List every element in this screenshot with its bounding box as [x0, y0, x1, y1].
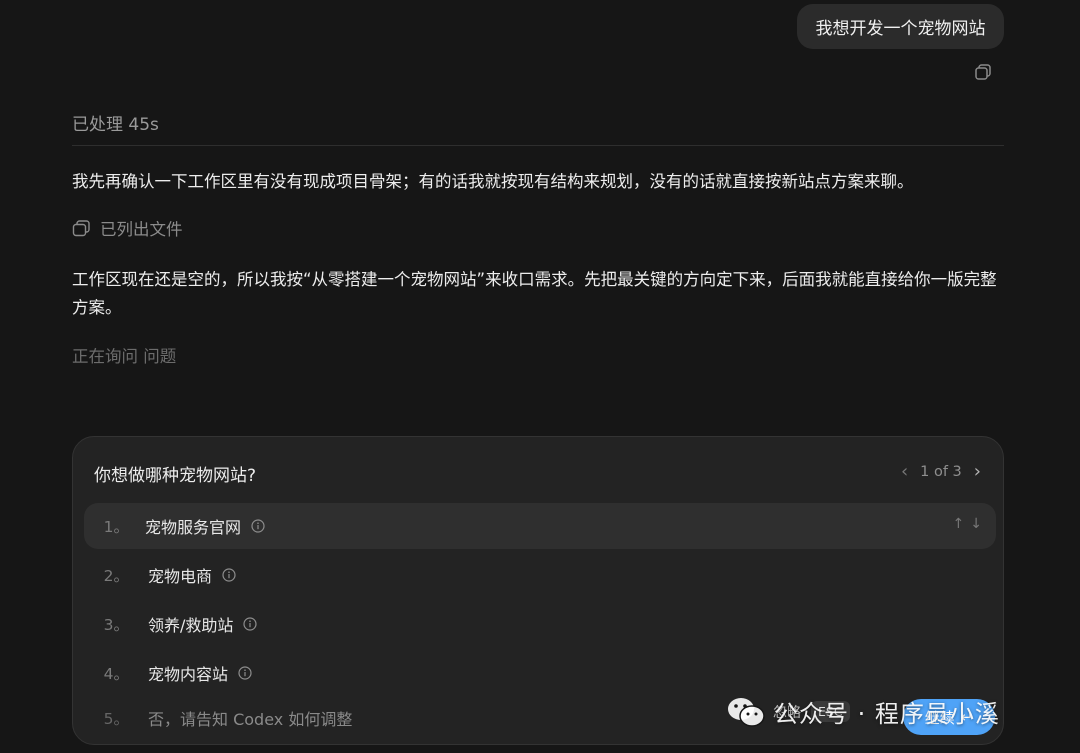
- info-icon[interactable]: [238, 666, 252, 680]
- option-item-2[interactable]: 2。 宠物电商: [84, 552, 996, 598]
- wechat-icon: [728, 697, 765, 727]
- assistant-paragraph-2: 工作区现在还是空的，所以我按“从零搭建一个宠物网站”来收口需求。先把最关键的方向…: [72, 270, 997, 317]
- option-number: 1。: [103, 518, 129, 536]
- option-label: 宠物内容站: [148, 665, 229, 684]
- divider: [72, 145, 1004, 146]
- arrow-up-icon[interactable]: ↑: [953, 516, 965, 532]
- chevron-left-icon[interactable]: ‹: [901, 463, 908, 481]
- tool-action-label: 已列出文件: [100, 220, 183, 239]
- option-item-3[interactable]: 3。 领养/救助站: [84, 601, 996, 647]
- assistant-paragraph-1: 我先再确认一下工作区里有没有现成项目骨架；有的话我就按现有结构来规划，没有的话就…: [72, 172, 914, 191]
- option-item-1[interactable]: 1。 宠物服务官网 ↑ ↓: [84, 503, 996, 549]
- option-label: 否，请告知 Codex 如何调整: [148, 710, 353, 729]
- option-label: 领养/救助站: [148, 616, 234, 635]
- reorder-controls: ↑ ↓: [953, 516, 982, 532]
- info-icon[interactable]: [243, 617, 258, 631]
- option-item-4[interactable]: 4。 宠物内容站: [84, 650, 996, 696]
- pager-label: 1 of 3: [920, 464, 962, 480]
- option-label: 宠物电商: [148, 567, 213, 586]
- watermark: 公众号 · 程序员小溪: [726, 694, 1000, 729]
- chevron-right-icon[interactable]: ›: [974, 463, 981, 481]
- question-title: 你想做哪种宠物网站?: [94, 466, 257, 486]
- option-number: 4。: [103, 665, 129, 683]
- option-number: 3。: [103, 616, 129, 634]
- tool-action-row[interactable]: 已列出文件: [72, 216, 183, 240]
- option-number: 5。: [103, 710, 129, 728]
- asking-status: 正在询问 问题: [72, 347, 177, 366]
- question-pager: ‹ 1 of 3 ›: [901, 463, 981, 481]
- user-message-text: 我想开发一个宠物网站: [815, 19, 986, 39]
- watermark-text: 公众号 · 程序员小溪: [774, 700, 1000, 728]
- processed-status[interactable]: 已处理 45s: [72, 110, 159, 135]
- arrow-down-icon[interactable]: ↓: [970, 516, 982, 532]
- option-number: 2。: [103, 567, 129, 585]
- user-message-bubble: 我想开发一个宠物网站: [797, 4, 1004, 49]
- copy-icon[interactable]: [973, 62, 993, 82]
- option-item-5[interactable]: 5。 否，请告知 Codex 如何调整: [84, 695, 684, 741]
- info-icon[interactable]: [251, 519, 265, 533]
- info-icon[interactable]: [222, 568, 236, 582]
- files-icon: [72, 219, 90, 236]
- option-label: 宠物服务官网: [145, 518, 242, 537]
